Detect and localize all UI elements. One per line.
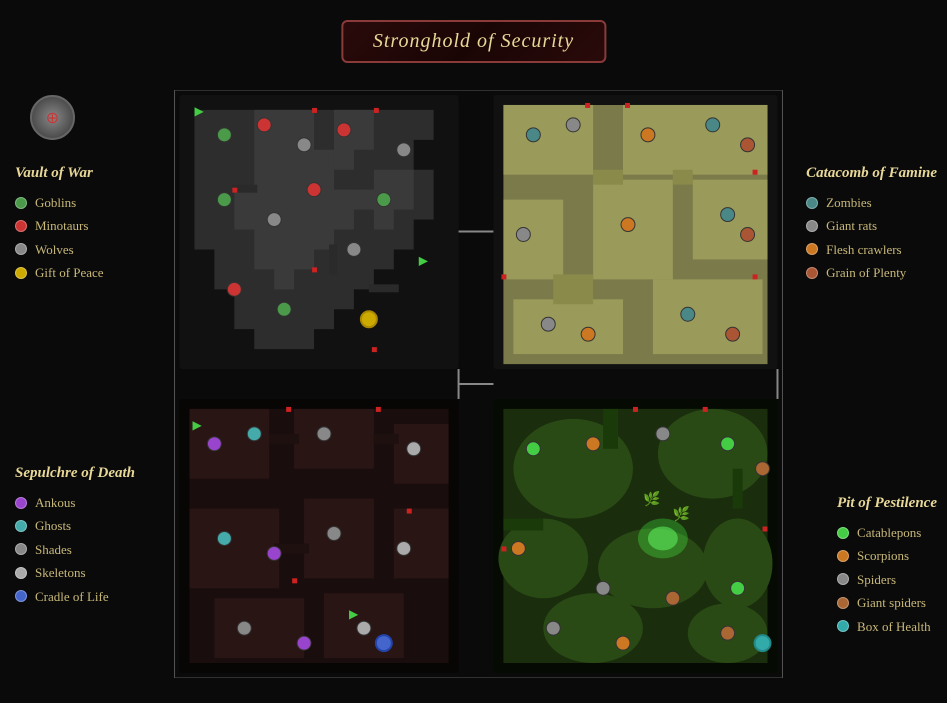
grain-of-plenty-dot	[806, 267, 818, 279]
catacomb-of-famine-map	[493, 95, 777, 369]
legend-item-cradle-of-life: Cradle of Life	[15, 585, 135, 608]
skeletons-label: Skeletons	[35, 561, 86, 584]
legend-catacomb: Catacomb of Famine Zombies Giant rats Fl…	[806, 160, 937, 285]
giant-rats-dot	[806, 220, 818, 232]
giant-spiders-dot	[837, 597, 849, 609]
goblins-label: Goblins	[35, 191, 76, 214]
ankous-label: Ankous	[35, 491, 75, 514]
legend-item-flesh-crawlers: Flesh crawlers	[806, 238, 937, 261]
scorpions-dot	[837, 550, 849, 562]
ankous-dot	[15, 497, 27, 509]
shades-label: Shades	[35, 538, 72, 561]
svg-text:▶: ▶	[349, 607, 359, 621]
spiders-label: Spiders	[857, 568, 896, 591]
cradle-of-life-label: Cradle of Life	[35, 585, 109, 608]
giant-spiders-label: Giant spiders	[857, 591, 926, 614]
legend-vault: Vault of War Goblins Minotaurs Wolves Gi…	[15, 160, 104, 285]
box-of-health-dot	[837, 620, 849, 632]
legend-item-scorpions: Scorpions	[837, 544, 937, 567]
svg-text:🌿: 🌿	[673, 506, 690, 523]
scorpions-label: Scorpions	[857, 544, 909, 567]
pit-of-pestilence-map	[493, 399, 777, 673]
svg-text:▶: ▶	[194, 104, 204, 118]
legend-sepulchre-title: Sepulchre of Death	[15, 460, 135, 487]
giant-rats-label: Giant rats	[826, 214, 877, 237]
gift-of-peace-dot	[15, 267, 27, 279]
svg-text:🌿: 🌿	[643, 491, 660, 508]
legend-item-gift-of-peace: Gift of Peace	[15, 261, 104, 284]
legend-item-wolves: Wolves	[15, 238, 104, 261]
legend-catacomb-title: Catacomb of Famine	[806, 160, 937, 187]
grain-of-plenty-label: Grain of Plenty	[826, 261, 906, 284]
zombies-dot	[806, 197, 818, 209]
page-title: Stronghold of Security	[373, 30, 574, 52]
sepulchre-of-death-map: ▶ ▶	[180, 399, 459, 673]
legend-item-zombies: Zombies	[806, 191, 937, 214]
compass	[30, 95, 75, 140]
flesh-crawlers-dot	[806, 243, 818, 255]
legend-item-catablepons: Catablepons	[837, 521, 937, 544]
legend-pit: Pit of Pestilence Catablepons Scorpions …	[837, 490, 937, 638]
shades-dot	[15, 543, 27, 555]
legend-sepulchre: Sepulchre of Death Ankous Ghosts Shades …	[15, 460, 135, 608]
legend-item-shades: Shades	[15, 538, 135, 561]
cradle-of-life-dot	[15, 590, 27, 602]
legend-item-goblins: Goblins	[15, 191, 104, 214]
minotaurs-dot	[15, 220, 27, 232]
vault-of-war-map: ▶ ▶	[180, 95, 459, 369]
map-canvas: ▶ ▶	[165, 90, 792, 678]
svg-text:▶: ▶	[192, 418, 202, 432]
legend-pit-title: Pit of Pestilence	[837, 490, 937, 517]
goblins-dot	[15, 197, 27, 209]
legend-item-ankous: Ankous	[15, 491, 135, 514]
minotaurs-label: Minotaurs	[35, 214, 88, 237]
legend-item-giant-spiders: Giant spiders	[837, 591, 937, 614]
legend-item-grain-of-plenty: Grain of Plenty	[806, 261, 937, 284]
skeletons-dot	[15, 567, 27, 579]
gift-of-peace-label: Gift of Peace	[35, 261, 104, 284]
wolves-label: Wolves	[35, 238, 74, 261]
svg-text:▶: ▶	[419, 253, 429, 267]
catablepons-label: Catablepons	[857, 521, 921, 544]
legend-item-box-of-health: Box of Health	[837, 615, 937, 638]
catablepons-dot	[837, 527, 849, 539]
flesh-crawlers-label: Flesh crawlers	[826, 238, 901, 261]
box-of-health-label: Box of Health	[857, 615, 931, 638]
ghosts-dot	[15, 520, 27, 532]
wolves-dot	[15, 243, 27, 255]
title-bar: Stronghold of Security	[341, 20, 606, 63]
legend-item-ghosts: Ghosts	[15, 514, 135, 537]
ghosts-label: Ghosts	[35, 514, 71, 537]
zombies-label: Zombies	[826, 191, 872, 214]
map-svg: ▶ ▶	[165, 90, 792, 678]
spiders-dot	[837, 573, 849, 585]
legend-item-skeletons: Skeletons	[15, 561, 135, 584]
legend-item-spiders: Spiders	[837, 568, 937, 591]
legend-item-giant-rats: Giant rats	[806, 214, 937, 237]
legend-vault-title: Vault of War	[15, 160, 104, 187]
legend-item-minotaurs: Minotaurs	[15, 214, 104, 237]
